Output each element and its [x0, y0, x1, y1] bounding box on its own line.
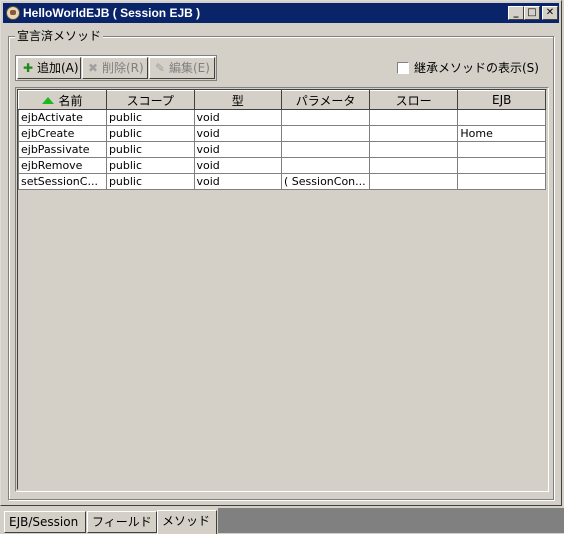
delete-button[interactable]: ✖ 削除(R): [82, 57, 148, 79]
column-header-parameters[interactable]: パラメータ: [281, 90, 370, 110]
table-row[interactable]: ejbCreate public void Home: [18, 125, 546, 142]
column-header-ejb[interactable]: EJB: [457, 90, 546, 110]
cell-name[interactable]: ejbActivate: [18, 109, 107, 126]
cell-throws[interactable]: [368, 125, 459, 142]
edit-button[interactable]: ✎ 編集(E): [149, 57, 215, 79]
ejb-editor-window: HelloWorldEJB ( Session EJB ) _ □ ✕ 宣言済メ…: [0, 0, 562, 506]
tab-strip-background: [218, 508, 564, 533]
minimize-button[interactable]: _: [508, 6, 524, 20]
column-header-name[interactable]: 名前: [18, 90, 107, 110]
tab-ejb-session[interactable]: EJB/Session: [4, 511, 86, 533]
cell-scope[interactable]: public: [105, 157, 195, 174]
cell-scope[interactable]: public: [105, 141, 195, 158]
cell-parameters[interactable]: ( SessionCon...: [281, 173, 370, 190]
table-row[interactable]: ejbRemove public void: [18, 157, 546, 174]
cell-name[interactable]: ejbPassivate: [18, 141, 107, 158]
coffee-cup-icon: [6, 6, 20, 20]
window-title: HelloWorldEJB ( Session EJB ): [23, 6, 201, 20]
plus-icon: ✚: [22, 61, 34, 75]
cell-parameters[interactable]: [281, 109, 370, 126]
group-legend: 宣言済メソッド: [15, 29, 104, 43]
cell-parameters[interactable]: [281, 125, 370, 142]
cell-type[interactable]: void: [193, 109, 283, 126]
title-bar[interactable]: HelloWorldEJB ( Session EJB ) _ □ ✕: [3, 3, 559, 23]
edit-button-label: 編集(E): [169, 61, 210, 75]
show-inherited-toggle[interactable]: 継承メソッドの表示(S): [397, 61, 539, 75]
cell-name[interactable]: ejbRemove: [18, 157, 107, 174]
cell-type[interactable]: void: [193, 173, 283, 190]
cell-name[interactable]: setSessionC...: [18, 173, 107, 190]
cell-type[interactable]: void: [193, 125, 283, 142]
editor-tabs: EJB/Session フィールド メソッド: [0, 508, 564, 534]
cell-ejb[interactable]: [457, 173, 546, 190]
cell-ejb[interactable]: Home: [457, 125, 546, 142]
tab-methods[interactable]: メソッド: [157, 510, 217, 534]
cell-type[interactable]: void: [193, 157, 283, 174]
column-header-type[interactable]: 型: [193, 90, 283, 110]
cell-type[interactable]: void: [193, 141, 283, 158]
cell-name[interactable]: ejbCreate: [18, 125, 107, 142]
cell-throws[interactable]: [368, 173, 459, 190]
maximize-button[interactable]: □: [524, 6, 540, 20]
column-header-throws[interactable]: スロー: [368, 90, 459, 110]
tab-fields[interactable]: フィールド: [87, 511, 157, 533]
cell-scope[interactable]: public: [105, 109, 195, 126]
delete-button-label: 削除(R): [102, 61, 144, 75]
show-inherited-checkbox[interactable]: [397, 62, 409, 74]
pencil-icon: ✎: [154, 61, 166, 75]
table-row[interactable]: setSessionC... public void ( SessionCon.…: [18, 173, 546, 190]
cell-throws[interactable]: [368, 109, 459, 126]
table-header-row: 名前 スコープ 型 パラメータ スロー EJB: [18, 90, 546, 110]
cell-parameters[interactable]: [281, 141, 370, 158]
close-button[interactable]: ✕: [542, 6, 558, 20]
column-header-scope[interactable]: スコープ: [105, 90, 195, 110]
table-row[interactable]: ejbActivate public void: [18, 109, 546, 126]
cell-ejb[interactable]: [457, 141, 546, 158]
x-icon: ✖: [87, 61, 99, 75]
add-button-label: 追加(A): [37, 61, 79, 75]
cell-parameters[interactable]: [281, 157, 370, 174]
cell-throws[interactable]: [368, 157, 459, 174]
cell-scope[interactable]: public: [105, 173, 195, 190]
show-inherited-label: 継承メソッドの表示(S): [414, 61, 539, 75]
cell-throws[interactable]: [368, 141, 459, 158]
cell-scope[interactable]: public: [105, 125, 195, 142]
table-row[interactable]: ejbPassivate public void: [18, 141, 546, 158]
add-button[interactable]: ✚ 追加(A): [17, 57, 81, 79]
cell-ejb[interactable]: [457, 157, 546, 174]
sort-ascending-icon: [42, 96, 55, 104]
methods-table: 名前 スコープ 型 パラメータ スロー EJB ejbActivate publ…: [18, 90, 546, 190]
methods-table-area[interactable]: 名前 スコープ 型 パラメータ スロー EJB ejbActivate publ…: [15, 87, 549, 492]
cell-ejb[interactable]: [457, 109, 546, 126]
